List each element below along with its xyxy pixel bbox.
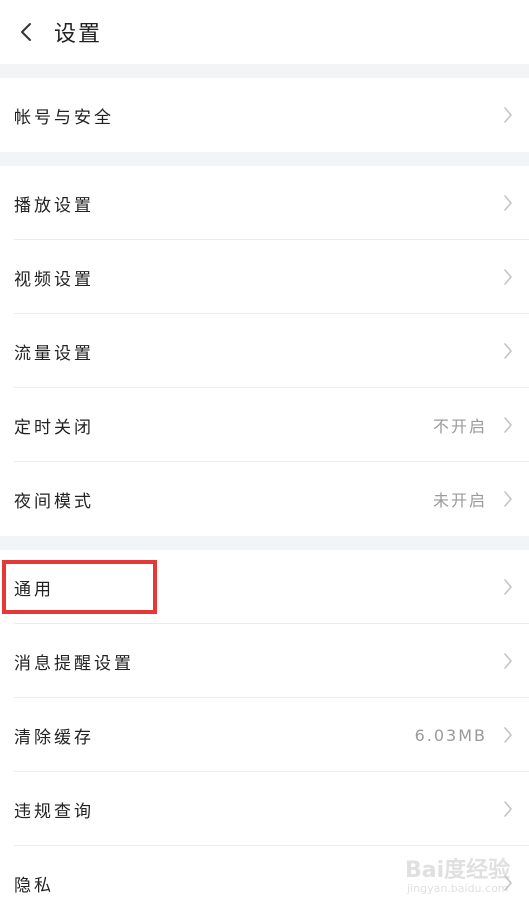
settings-item-account-security[interactable]: 帐号与安全 <box>0 78 529 152</box>
settings-item-notifications[interactable]: 消息提醒设置 <box>0 624 529 698</box>
settings-item-video[interactable]: 视频设置 <box>0 240 529 314</box>
chevron-right-icon <box>501 193 515 213</box>
settings-item-label: 视频设置 <box>14 269 94 290</box>
settings-item-label: 清除缓存 <box>14 727 94 748</box>
section-separator <box>0 152 529 166</box>
settings-item-value: 不开启 <box>432 417 487 436</box>
chevron-right-icon <box>501 489 515 509</box>
page-title: 设置 <box>54 22 103 47</box>
chevron-right-icon <box>501 341 515 361</box>
chevron-right-icon <box>501 415 515 435</box>
settings-item-label: 夜间模式 <box>14 491 94 512</box>
chevron-right-icon <box>501 799 515 819</box>
settings-item-data-usage[interactable]: 流量设置 <box>0 314 529 388</box>
settings-item-label: 帐号与安全 <box>14 107 114 128</box>
settings-item-clear-cache[interactable]: 清除缓存 6.03MB <box>0 698 529 772</box>
chevron-right-icon <box>501 577 515 597</box>
watermark-sub: jingyan.baidu.com <box>407 882 509 895</box>
settings-item-label: 消息提醒设置 <box>14 653 134 674</box>
settings-item-night-mode[interactable]: 夜间模式 未开启 <box>0 462 529 536</box>
settings-item-label: 流量设置 <box>14 343 94 364</box>
settings-item-violation-query[interactable]: 违规查询 <box>0 772 529 846</box>
settings-item-general[interactable]: 通用 <box>0 550 529 624</box>
settings-item-value: 未开启 <box>432 491 487 510</box>
settings-item-sleep-timer[interactable]: 定时关闭 不开启 <box>0 388 529 462</box>
settings-item-label: 播放设置 <box>14 195 94 216</box>
chevron-right-icon <box>501 267 515 287</box>
chevron-right-icon <box>501 105 515 125</box>
settings-item-playback[interactable]: 播放设置 <box>0 166 529 240</box>
section-separator <box>0 536 529 550</box>
watermark-logo: Bai度经验 jingyan.baidu.com <box>405 852 523 900</box>
settings-item-label: 通用 <box>14 579 54 600</box>
settings-item-value: 6.03MB <box>414 725 487 745</box>
chevron-right-icon <box>501 725 515 745</box>
watermark-main: Bai度经验 <box>405 858 511 883</box>
settings-item-label: 定时关闭 <box>14 417 94 438</box>
back-button[interactable] <box>8 14 44 50</box>
section-separator <box>0 64 529 78</box>
settings-item-label: 违规查询 <box>14 801 94 822</box>
top-bar: 设置 <box>0 0 529 64</box>
chevron-right-icon <box>501 651 515 671</box>
chevron-left-icon <box>19 22 33 42</box>
